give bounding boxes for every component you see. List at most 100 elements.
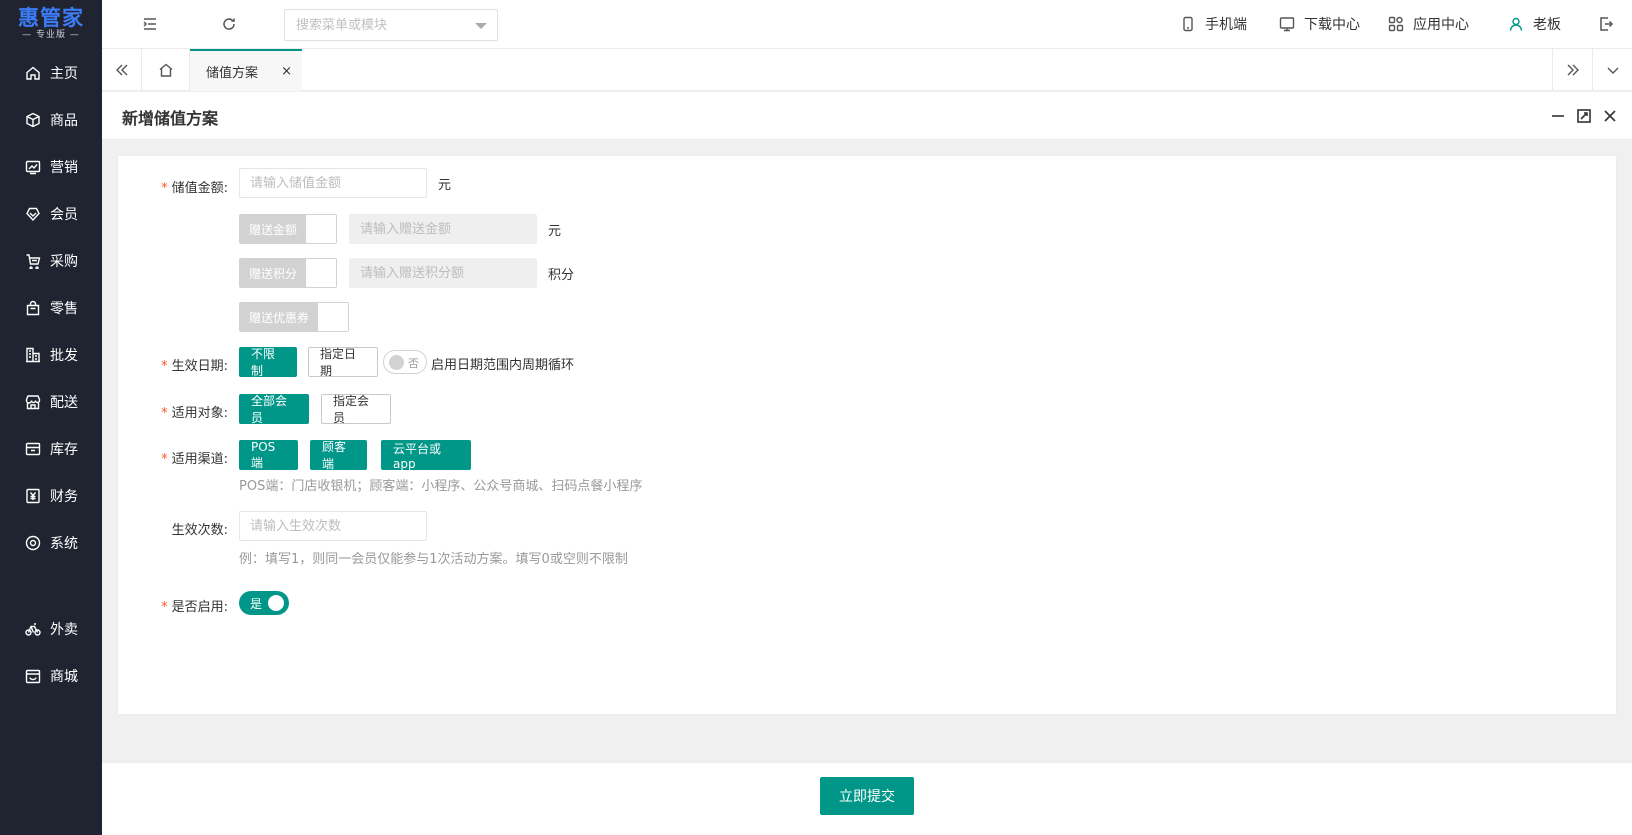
times-hint: 例：填写1，则同一会员仅能参与1次活动方案。填写0或空则不限制 [239, 552, 628, 567]
sidebar: 惠管家 — 专业版 — 主页 商品 营销 会员 采购 零售 批发 配送 库存 财… [0, 0, 102, 835]
channel-pos-button[interactable]: POS端 [239, 440, 298, 470]
tabs-scroll-right-icon[interactable] [1552, 49, 1592, 91]
download-center-link[interactable]: 下载中心 [1279, 14, 1360, 34]
gift-points-switch-label: 赠送积分 [240, 259, 307, 287]
required-mark: * [161, 600, 168, 615]
times-input[interactable] [239, 511, 427, 541]
sidebar-item-home[interactable]: 主页 [0, 53, 102, 93]
menu-toggle-icon[interactable] [140, 14, 160, 34]
target-all-button[interactable]: 全部会员 [239, 394, 309, 425]
logout-icon[interactable] [1596, 14, 1616, 34]
sidebar-item-finance[interactable]: 财务 [0, 476, 102, 516]
amount-input[interactable] [239, 168, 427, 198]
form-footer: 立即提交 [102, 762, 1632, 835]
mobile-link[interactable]: 手机端 [1180, 14, 1247, 34]
download-label: 下载中心 [1304, 17, 1360, 33]
required-mark: * [161, 452, 168, 467]
date-unlimited-button[interactable]: 不限制 [239, 347, 297, 378]
gift-coupon-switch[interactable]: 赠送优惠券 [239, 302, 350, 332]
toggle-state: 是 [250, 597, 263, 611]
date-cycle-toggle[interactable]: 否 [383, 350, 427, 374]
sidebar-item-label: 配送 [50, 395, 78, 411]
refresh-icon[interactable] [219, 14, 239, 34]
sidebar-item-inventory[interactable]: 库存 [0, 429, 102, 469]
bike-icon [25, 621, 41, 637]
tab-bar: 储值方案 × [102, 49, 1632, 91]
apps-icon [1388, 16, 1404, 32]
sidebar-item-label: 零售 [50, 301, 78, 317]
sidebar-item-mall[interactable]: 商城 [0, 656, 102, 696]
user-menu[interactable]: 老板 [1508, 14, 1561, 34]
yen-icon [25, 488, 41, 504]
box-icon [25, 112, 41, 128]
times-label: 生效次数: [171, 523, 228, 538]
enabled-label: * 是否启用: [161, 600, 228, 615]
sidebar-item-purchase[interactable]: 采购 [0, 241, 102, 281]
chart-icon [25, 159, 41, 175]
menu-search[interactable] [284, 9, 498, 41]
sidebar-item-retail[interactable]: 零售 [0, 288, 102, 328]
building-icon [25, 347, 41, 363]
required-mark: * [161, 406, 168, 421]
minimize-icon[interactable] [1548, 106, 1568, 126]
channel-hint: POS端：门店收银机；顾客端：小程序、公众号商城、扫码点餐小程序 [239, 479, 643, 494]
gift-amount-switch-label: 赠送金额 [240, 215, 307, 243]
maximize-icon[interactable] [1574, 106, 1594, 126]
sidebar-item-delivery[interactable]: 配送 [0, 382, 102, 422]
date-specify-button[interactable]: 指定日期 [308, 347, 378, 378]
sidebar-item-label: 外卖 [50, 622, 78, 638]
heart-icon [25, 206, 41, 222]
submit-button[interactable]: 立即提交 [820, 777, 914, 815]
tab-stored-value-plan[interactable]: 储值方案 × [190, 49, 302, 91]
close-icon[interactable] [1600, 106, 1620, 126]
dialog-header: 新增储值方案 [102, 92, 1632, 140]
sidebar-item-label: 营销 [50, 160, 78, 176]
cart-icon [25, 253, 41, 269]
tab-label: 储值方案 [206, 65, 259, 81]
inbox-icon [25, 441, 41, 457]
tabs-scroll-left-icon[interactable] [102, 49, 142, 91]
gift-points-unit: 积分 [548, 268, 575, 283]
date-cycle-label: 启用日期范围内周期循环 [431, 358, 575, 373]
gift-points-input[interactable] [349, 258, 537, 288]
gift-amount-unit: 元 [548, 224, 562, 239]
store-icon [25, 394, 41, 410]
sidebar-item-system[interactable]: 系统 [0, 523, 102, 563]
channel-customer-button[interactable]: 顾客端 [310, 440, 367, 471]
home-icon [25, 65, 41, 81]
sidebar-item-label: 财务 [50, 489, 78, 505]
shop-icon [25, 668, 41, 684]
sidebar-item-takeout[interactable]: 外卖 [0, 609, 102, 649]
menu-search-input[interactable] [296, 17, 466, 33]
sidebar-item-label: 商城 [50, 669, 78, 685]
toggle-state: 否 [408, 357, 419, 370]
tab-close-icon[interactable]: × [281, 64, 292, 79]
sidebar-item-marketing[interactable]: 营销 [0, 147, 102, 187]
mobile-label: 手机端 [1205, 17, 1247, 33]
gift-points-switch[interactable]: 赠送积分 [239, 258, 338, 288]
chevron-down-icon[interactable] [475, 23, 487, 29]
amount-unit: 元 [438, 178, 452, 193]
sidebar-item-wholesale[interactable]: 批发 [0, 335, 102, 375]
channel-cloud-button[interactable]: 云平台或app [381, 440, 471, 471]
phone-icon [1183, 16, 1193, 32]
top-bar: 手机端 下载中心 应用中心 老板 [102, 0, 1632, 49]
sidebar-item-goods[interactable]: 商品 [0, 100, 102, 140]
app-center-label: 应用中心 [1413, 17, 1469, 33]
gift-amount-input[interactable] [349, 214, 537, 244]
dialog-title: 新增储值方案 [122, 109, 219, 128]
required-mark: * [161, 181, 168, 196]
sidebar-item-label: 采购 [50, 254, 78, 270]
brand-edition: — 专业版 — [22, 30, 80, 40]
channel-label: * 适用渠道: [161, 452, 228, 467]
app-center-link[interactable]: 应用中心 [1388, 14, 1469, 34]
sidebar-item-member[interactable]: 会员 [0, 194, 102, 234]
tabs-dropdown-icon[interactable] [1592, 49, 1632, 91]
sidebar-item-label: 主页 [50, 66, 78, 82]
gift-amount-switch[interactable]: 赠送金额 [239, 214, 338, 244]
tab-home-icon[interactable] [142, 49, 190, 91]
enabled-toggle[interactable]: 是 [239, 591, 289, 615]
brand-logo[interactable]: 惠管家 — 专业版 — [0, 0, 102, 48]
sidebar-item-label: 系统 [50, 536, 78, 552]
target-specify-button[interactable]: 指定会员 [321, 394, 391, 425]
